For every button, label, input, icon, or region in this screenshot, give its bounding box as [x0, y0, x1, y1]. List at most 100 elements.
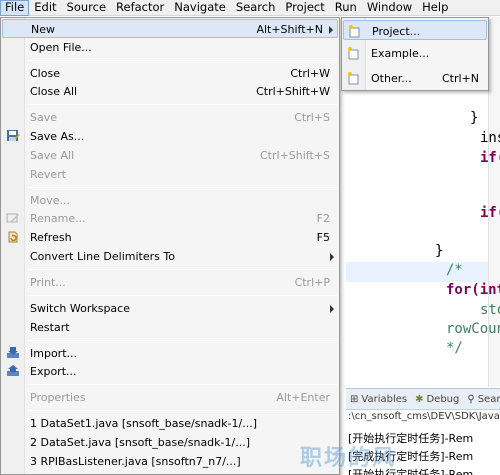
menu-item-label: Import...: [30, 347, 77, 360]
menu-refactor[interactable]: Refactor: [111, 0, 169, 16]
menu-item-shortcut: F5: [316, 231, 330, 244]
menu-item-label: Print...: [30, 276, 66, 289]
submenu-arrow-icon: [330, 305, 334, 313]
menu-item-label: Switch Workspace: [30, 302, 130, 315]
menu-item-refresh[interactable]: Refresh F5: [2, 228, 338, 247]
menu-project[interactable]: Project: [280, 0, 329, 16]
current-line-highlight: [346, 262, 500, 282]
menu-item-import[interactable]: Import...: [2, 344, 338, 363]
menu-item-recent-file[interactable]: 1 DataSet1.java [snsoft_base/snadk-1/...…: [2, 414, 338, 433]
code-line: for(int: [446, 282, 500, 298]
menu-item-export[interactable]: Export...: [2, 362, 338, 381]
code-line: rowCount: [446, 321, 500, 337]
menu-item-label: Restart: [30, 321, 70, 334]
menu-window[interactable]: Window: [362, 0, 417, 16]
code-line: }: [470, 110, 479, 126]
tab-label: Debug: [426, 393, 460, 405]
tab-label: Search: [477, 393, 500, 405]
menu-navigate[interactable]: Navigate: [169, 0, 231, 16]
menu-item-save-all[interactable]: Save All Ctrl+Shift+S: [2, 146, 338, 165]
menu-search[interactable]: Search: [231, 0, 281, 16]
tab-label: Variables: [361, 393, 408, 405]
menu-item-label: Export...: [30, 365, 77, 378]
menu-item-new[interactable]: New Alt+Shift+N: [2, 19, 338, 38]
menu-item-label: 2 DataSet.java [snsoft_base/snadk-1/...]: [30, 436, 250, 449]
menu-item-shortcut: Ctrl+W: [290, 67, 330, 80]
menu-item-open-file[interactable]: Open File...: [2, 38, 338, 57]
watermark: 职场的风: [300, 446, 397, 471]
new-other-icon: [348, 72, 359, 85]
menu-edit[interactable]: Edit: [29, 0, 61, 16]
refresh-icon: [8, 231, 18, 243]
menu-item-shortcut: F2: [316, 212, 330, 225]
console-path: :\cn_snsoft_cms\DEV\SDK\Java: [348, 411, 500, 422]
menu-item-move[interactable]: Move...: [2, 191, 338, 210]
menu-item-close[interactable]: Close Ctrl+W: [2, 64, 338, 83]
code-line: }: [435, 243, 444, 259]
menu-item-label: Refresh: [30, 231, 72, 244]
menu-item-label: Project...: [372, 25, 421, 38]
menu-item-label: Save: [30, 111, 58, 124]
menu-item-label: Close: [30, 67, 60, 80]
menu-item-label: New: [31, 23, 55, 36]
menu-item-label: Close All: [30, 85, 78, 98]
menu-help[interactable]: Help: [417, 0, 453, 16]
menu-separator: [29, 410, 337, 411]
menu-item-switch-workspace[interactable]: Switch Workspace: [2, 299, 338, 318]
menu-item-recent-file[interactable]: 3 RPIBasListener.java [snsoftn7_n7/...]: [2, 452, 338, 471]
menu-separator: [29, 295, 337, 296]
menu-item-properties[interactable]: Properties Alt+Enter: [2, 388, 338, 407]
rename-icon: [6, 213, 19, 223]
menu-item-new-example[interactable]: Example...: [343, 43, 487, 63]
save-as-icon: [7, 130, 20, 141]
new-project-icon: [349, 25, 360, 38]
tab-search[interactable]: ⚲Search: [463, 394, 500, 405]
menu-separator: [29, 269, 337, 270]
submenu-arrow-icon: [330, 253, 334, 261]
menu-file[interactable]: File: [0, 0, 30, 16]
menu-item-shortcut: Alt+Shift+N: [256, 23, 323, 36]
code-line: sto: [480, 302, 500, 318]
menu-separator: [29, 104, 337, 105]
tab-debug[interactable]: ✱ Debug: [411, 394, 463, 405]
menu-item-label: Properties: [30, 391, 86, 404]
menu-item-shortcut: Ctrl+N: [441, 72, 479, 85]
menu-item-shortcut: Ctrl+Shift+S: [260, 149, 330, 162]
menu-separator: [29, 187, 337, 188]
menu-item-label: Other...: [371, 72, 412, 85]
code-line: /*: [446, 262, 463, 278]
variables-icon: ⊞: [350, 393, 359, 405]
menu-item-label: Save As...: [30, 130, 85, 143]
menu-run[interactable]: Run: [330, 0, 362, 16]
menu-item-label: 3 RPIBasListener.java [snsoftn7_n7/...]: [30, 455, 241, 468]
menu-item-close-all[interactable]: Close All Ctrl+Shift+W: [2, 82, 338, 101]
menu-separator: [29, 60, 337, 61]
menu-item-revert[interactable]: Revert: [2, 165, 338, 184]
code-line: if(: [480, 205, 500, 221]
menu-item-label: Save All: [30, 149, 75, 162]
menu-item-recent-file[interactable]: 2 DataSet.java [snsoft_base/snadk-1/...]: [2, 433, 338, 452]
menu-item-new-other[interactable]: Other... Ctrl+N: [343, 68, 487, 88]
bug-icon: ✱: [415, 393, 424, 405]
menu-item-label: Example...: [371, 47, 430, 60]
menu-item-restart[interactable]: Restart: [2, 318, 338, 337]
export-icon: [7, 365, 19, 376]
menu-bar: File Edit Source Refactor Navigate Searc…: [0, 0, 500, 16]
menu-item-label: Revert: [30, 168, 67, 181]
menu-item-label: Convert Line Delimiters To: [30, 250, 175, 263]
menu-item-save[interactable]: Save Ctrl+S: [2, 108, 338, 127]
menu-item-rename[interactable]: Rename... F2: [2, 209, 338, 228]
menu-item-shortcut: Ctrl+S: [294, 111, 330, 124]
search-icon: ⚲: [467, 393, 475, 405]
menu-item-save-as[interactable]: Save As...: [2, 127, 338, 146]
tab-variables[interactable]: ⊞ Variables: [346, 394, 411, 405]
menu-source[interactable]: Source: [62, 0, 112, 16]
submenu-arrow-icon: [329, 26, 333, 34]
menu-separator: [29, 340, 337, 341]
menu-item-new-project[interactable]: Project...: [343, 20, 487, 40]
menu-item-convert-line-delimiters[interactable]: Convert Line Delimiters To: [2, 247, 338, 266]
menu-item-print[interactable]: Print... Ctrl+P: [2, 273, 338, 292]
code-line: if(: [480, 150, 500, 166]
new-example-icon: [348, 47, 359, 60]
menu-item-shortcut: Ctrl+P: [294, 276, 330, 289]
